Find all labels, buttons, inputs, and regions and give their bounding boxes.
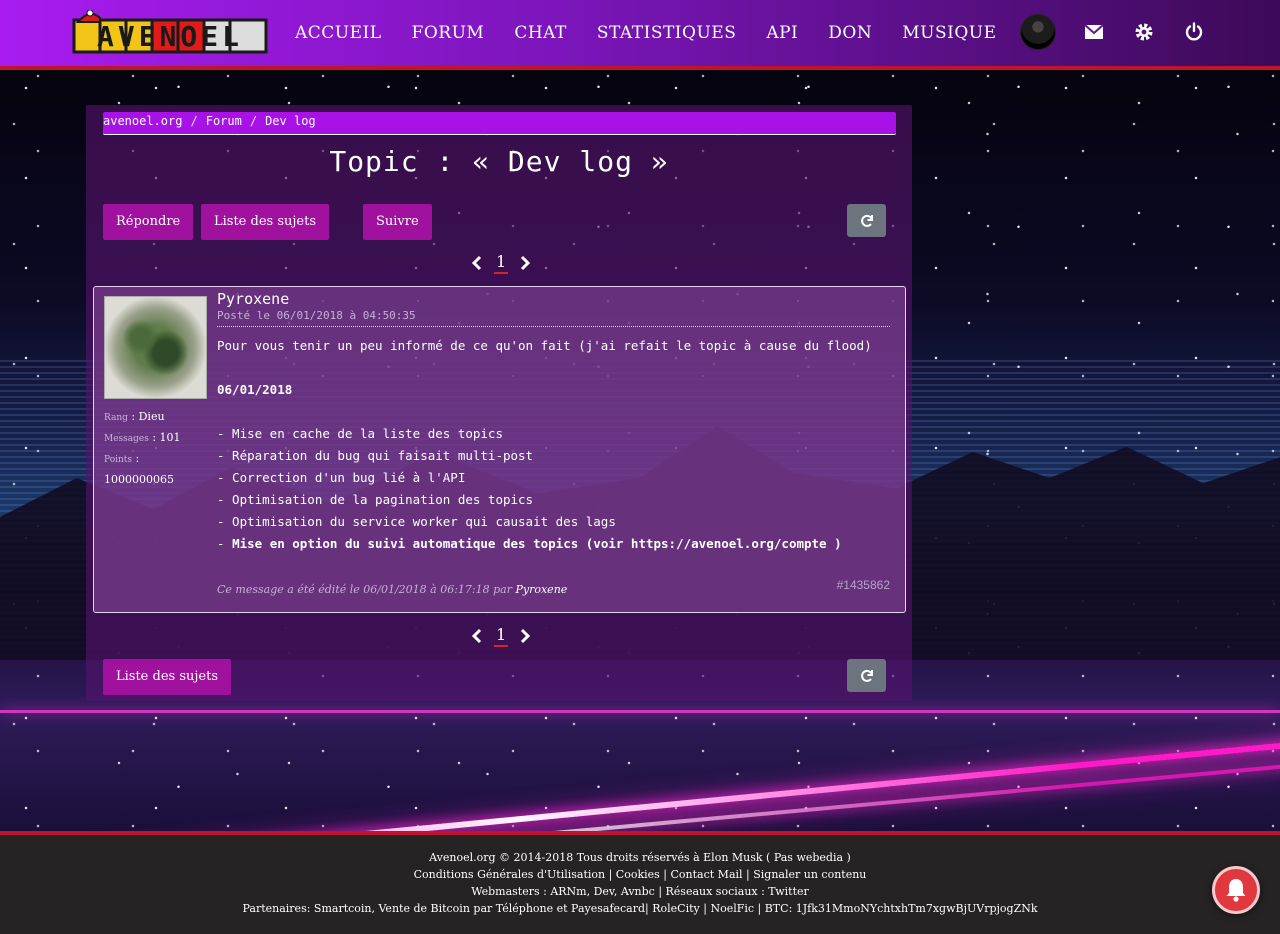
pagination-bottom: 1 xyxy=(470,625,532,647)
topic-panel: avenoel.org / Forum / Dev log Topic : « … xyxy=(86,105,912,701)
breadcrumb-separator: / xyxy=(249,114,258,128)
power-icon[interactable] xyxy=(1182,20,1206,44)
breadcrumb-home[interactable]: avenoel.org xyxy=(103,112,182,134)
edited-by[interactable]: Pyroxene xyxy=(515,583,567,596)
breadcrumb: avenoel.org / Forum / Dev log xyxy=(103,112,896,135)
bell-icon xyxy=(1226,879,1246,902)
follow-button[interactable]: Suivre xyxy=(363,204,432,240)
footer-webmasters[interactable]: Webmasters : ARNm, Dev, Avnbc | Réseaux … xyxy=(0,883,1280,900)
post-id-link[interactable]: #1435862 xyxy=(837,578,890,592)
post-author[interactable]: Pyroxene xyxy=(217,290,890,308)
header-user-area xyxy=(1020,14,1206,50)
nav-forum[interactable]: FORUM xyxy=(412,20,485,46)
nav-chat[interactable]: CHAT xyxy=(514,20,567,46)
post-author-avatar[interactable] xyxy=(104,296,207,399)
post-edited-note: Ce message a été édité le 06/01/2018 à 0… xyxy=(217,583,567,596)
page-title: Topic : « Dev log » xyxy=(329,145,669,178)
nav-statistiques[interactable]: STATISTIQUES xyxy=(597,20,736,46)
envelope-icon[interactable] xyxy=(1082,20,1106,44)
list-item: - Optimisation de la pagination des topi… xyxy=(217,492,534,507)
header-bar: AVENOEL ACCUEIL FORUM CHAT STATISTIQUES … xyxy=(0,0,1280,70)
author-stats: Rang : Dieu Messages : 101 Points : 1000… xyxy=(104,407,209,489)
nav-accueil[interactable]: ACCUEIL xyxy=(295,20,382,46)
nav-api[interactable]: API xyxy=(766,20,798,46)
list-item: - Optimisation du service worker qui cau… xyxy=(217,514,616,529)
breadcrumb-forum[interactable]: Forum xyxy=(206,112,242,134)
next-page-icon[interactable] xyxy=(518,253,532,273)
list-item: - Réparation du bug qui faisait multi-po… xyxy=(217,448,534,463)
post-date-heading: 06/01/2018 xyxy=(217,382,293,397)
background-horizon xyxy=(0,710,1280,713)
breadcrumb-current[interactable]: Dev log xyxy=(265,112,316,134)
gear-icon[interactable] xyxy=(1132,20,1156,44)
nav-don[interactable]: DON xyxy=(828,20,872,46)
subject-list-button-bottom[interactable]: Liste des sujets xyxy=(103,659,231,695)
footer-copyright: Avenoel.org © 2014-2018 Tous droits rése… xyxy=(429,851,851,864)
post-date: Posté le 06/01/2018 à 04:50:35 xyxy=(217,309,890,327)
prev-page-icon[interactable] xyxy=(470,626,484,646)
logo-text: AVENOEL xyxy=(97,20,243,53)
list-item: - Mise en option du suivi automatique de… xyxy=(217,533,890,555)
logo-image: AVENOEL xyxy=(72,10,268,54)
rank-value: : Dieu xyxy=(131,410,165,423)
points-label: Points xyxy=(104,455,133,465)
nav-musique[interactable]: MUSIQUE xyxy=(902,20,996,46)
refresh-icon xyxy=(860,669,873,682)
footer: Avenoel.org © 2014-2018 Tous droits rése… xyxy=(0,831,1280,934)
refresh-icon xyxy=(860,214,873,227)
post-card: Rang : Dieu Messages : 101 Points : 1000… xyxy=(93,286,906,613)
list-item-bold: Mise en option du suivi automatique des … xyxy=(232,536,842,551)
subject-list-button[interactable]: Liste des sujets xyxy=(201,204,329,240)
refresh-button-bottom[interactable] xyxy=(847,659,886,692)
post-intro: Pour vous tenir un peu informé de ce qu'… xyxy=(217,338,872,353)
refresh-button[interactable] xyxy=(847,204,886,237)
points-value: 1000000065 xyxy=(104,473,174,486)
avatar[interactable] xyxy=(1020,14,1056,50)
post-body: Pyroxene Posté le 06/01/2018 à 04:50:35 … xyxy=(217,290,890,555)
pagination-top: 1 xyxy=(470,252,532,274)
list-item: - Mise en cache de la liste des topics xyxy=(217,426,503,441)
edited-text: Ce message a été édité le 06/01/2018 à 0… xyxy=(217,583,512,596)
page-number[interactable]: 1 xyxy=(494,625,509,647)
messages-label: Messages xyxy=(104,434,149,444)
messages-value: : 101 xyxy=(152,431,181,444)
post-content: Pour vous tenir un peu informé de ce qu'… xyxy=(217,335,890,555)
list-item: - Correction d'un bug lié à l'API xyxy=(217,470,466,485)
page-number[interactable]: 1 xyxy=(494,252,509,274)
breadcrumb-separator: / xyxy=(190,114,198,128)
main-nav: ACCUEIL FORUM CHAT STATISTIQUES API DON … xyxy=(295,20,997,46)
notification-bell-button[interactable] xyxy=(1212,866,1260,914)
list-item-prefix: - xyxy=(217,536,233,551)
reply-button[interactable]: Répondre xyxy=(103,204,194,240)
prev-page-icon[interactable] xyxy=(470,253,484,273)
rank-label: Rang xyxy=(104,413,128,423)
footer-partners[interactable]: Partenaires: Smartcoin, Vente de Bitcoin… xyxy=(0,900,1280,917)
next-page-icon[interactable] xyxy=(518,626,532,646)
points-colon: : xyxy=(135,452,140,465)
site-logo[interactable]: AVENOEL xyxy=(70,10,270,54)
footer-links[interactable]: Conditions Générales d'Utilisation | Coo… xyxy=(0,866,1280,883)
